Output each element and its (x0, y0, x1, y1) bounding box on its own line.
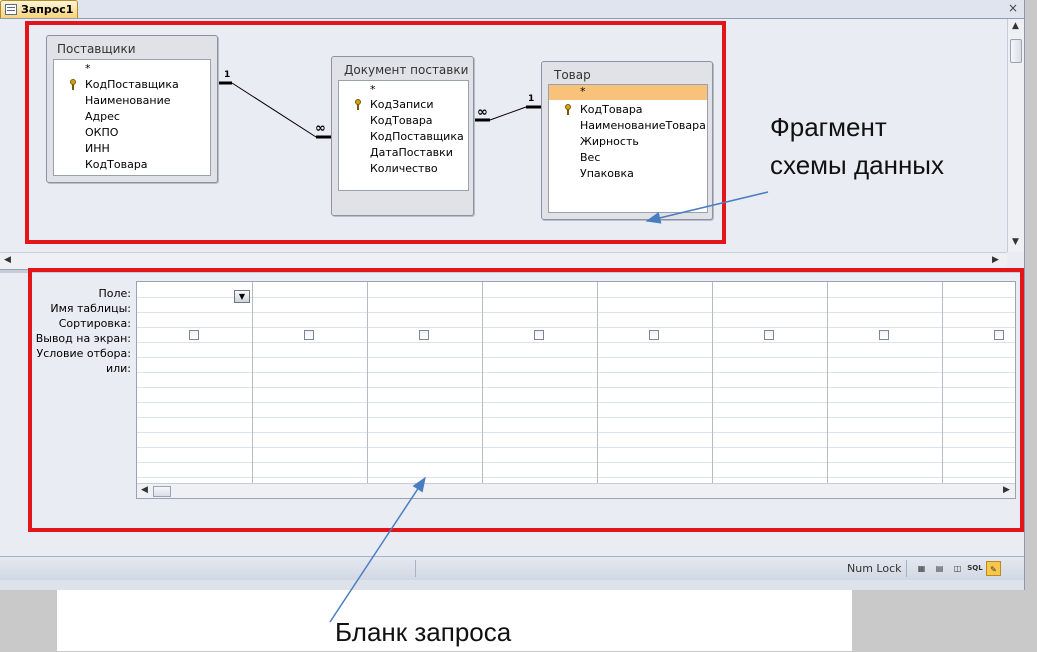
schema-caption-line1: Фрагмент (770, 112, 887, 142)
annotation-arrows (329, 191, 769, 623)
grid-arrow (329, 476, 426, 623)
schema-caption: Фрагмент схемы данных (770, 109, 944, 184)
grid-caption: Бланк запроса (335, 617, 512, 647)
schema-caption-line2: схемы данных (770, 149, 944, 180)
schema-arrow (645, 191, 769, 224)
